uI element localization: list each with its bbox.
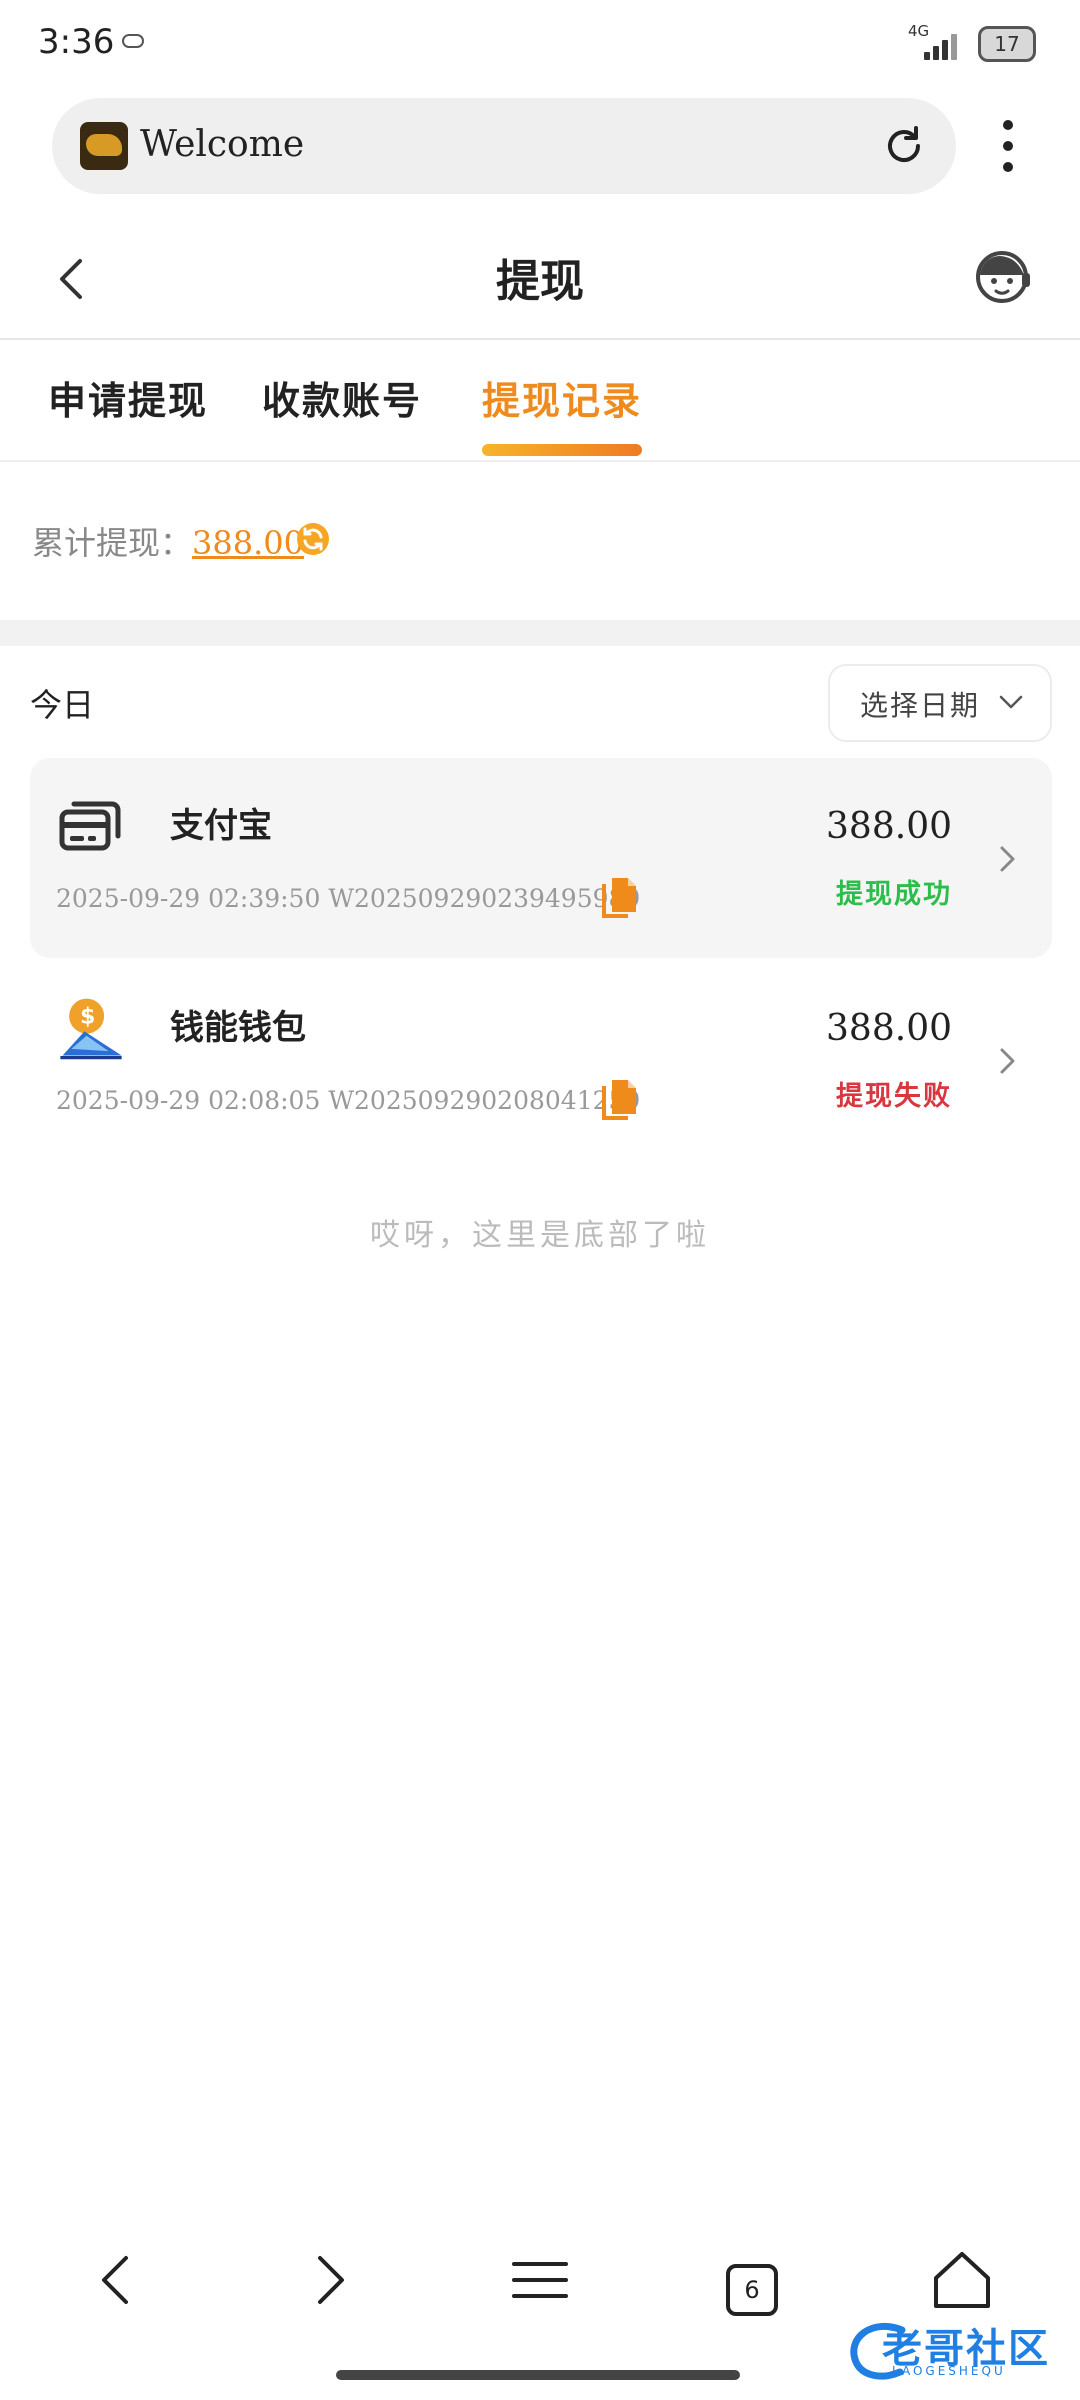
end-of-list-note: 哎呀，这里是底部了啦 <box>370 1218 710 1253</box>
record-amount: 388.00 <box>826 1008 952 1049</box>
date-group-label: 今日 <box>30 686 95 724</box>
chevron-down-icon <box>999 695 1023 709</box>
nav-menu-icon[interactable] <box>500 2240 580 2320</box>
tab-apply-withdraw[interactable]: 申请提现 <box>48 370 208 425</box>
copy-icon[interactable] <box>600 876 640 920</box>
tab-bar: 申请提现 收款账号 提现记录 <box>0 342 1080 462</box>
watermark: 老哥社区 LAOGESHEQU <box>842 2310 1072 2390</box>
withdraw-record[interactable]: $ 钱能钱包 2025-09-29 02:08:05 W202509290208… <box>30 960 1052 1160</box>
withdraw-record[interactable]: 支付宝 2025-09-29 02:39:50 W202509290239495… <box>30 758 1052 958</box>
date-picker-button[interactable]: 选择日期 <box>828 664 1052 742</box>
nav-home-icon[interactable] <box>922 2240 1002 2320</box>
date-picker-label: 选择日期 <box>860 689 981 722</box>
home-indicator[interactable] <box>336 2370 740 2380</box>
site-favicon-icon <box>80 122 128 170</box>
svg-text:$: $ <box>80 1005 95 1030</box>
card-icon <box>59 801 121 851</box>
status-time: 3:36 <box>38 22 115 62</box>
nav-back-icon[interactable] <box>78 2240 158 2320</box>
chevron-right-icon <box>1000 846 1015 872</box>
record-amount: 388.00 <box>826 806 952 847</box>
refresh-icon[interactable] <box>296 522 330 556</box>
section-divider <box>0 620 1080 646</box>
record-status: 提现失败 <box>836 1081 952 1112</box>
page-header: 提现 <box>0 215 1080 340</box>
nav-forward-icon[interactable] <box>288 2240 368 2320</box>
tab-count-button[interactable]: 6 <box>726 2264 778 2316</box>
more-menu-icon[interactable] <box>990 116 1026 176</box>
total-label: 累计提现： <box>32 524 193 562</box>
record-datetime-order: 2025-09-29 02:08:05 W202509290208041259 <box>56 1086 641 1115</box>
customer-service-icon[interactable] <box>970 245 1034 309</box>
watermark-subtext: LAOGESHEQU <box>892 2364 1006 2378</box>
active-tab-indicator <box>482 444 642 456</box>
battery-icon: 17 <box>978 26 1036 62</box>
browser-address-bar[interactable]: Welcome <box>52 98 956 194</box>
tab-withdraw-records[interactable]: 提现记录 <box>482 370 642 425</box>
copy-icon[interactable] <box>600 1078 640 1122</box>
chevron-right-icon <box>1000 1048 1015 1074</box>
signal-icon <box>924 30 970 60</box>
tab-receiving-account[interactable]: 收款账号 <box>262 370 422 425</box>
total-amount[interactable]: 388.00 <box>192 524 304 562</box>
cloud-icon <box>122 34 144 48</box>
reload-icon[interactable] <box>880 122 928 170</box>
record-datetime-order: 2025-09-29 02:39:50 W2025092902394959​89 <box>56 884 641 913</box>
record-method: 支付宝 <box>170 806 272 846</box>
browser-page-title: Welcome <box>140 124 305 165</box>
total-withdrawn: 累计提现：388.00 <box>32 518 304 564</box>
status-bar: 3:36 4G 17 <box>0 0 1080 90</box>
page-title: 提现 <box>496 256 584 307</box>
wallet-logo-icon: $ <box>60 998 122 1060</box>
record-method: 钱能钱包 <box>170 1008 306 1048</box>
record-status: 提现成功 <box>836 879 952 910</box>
